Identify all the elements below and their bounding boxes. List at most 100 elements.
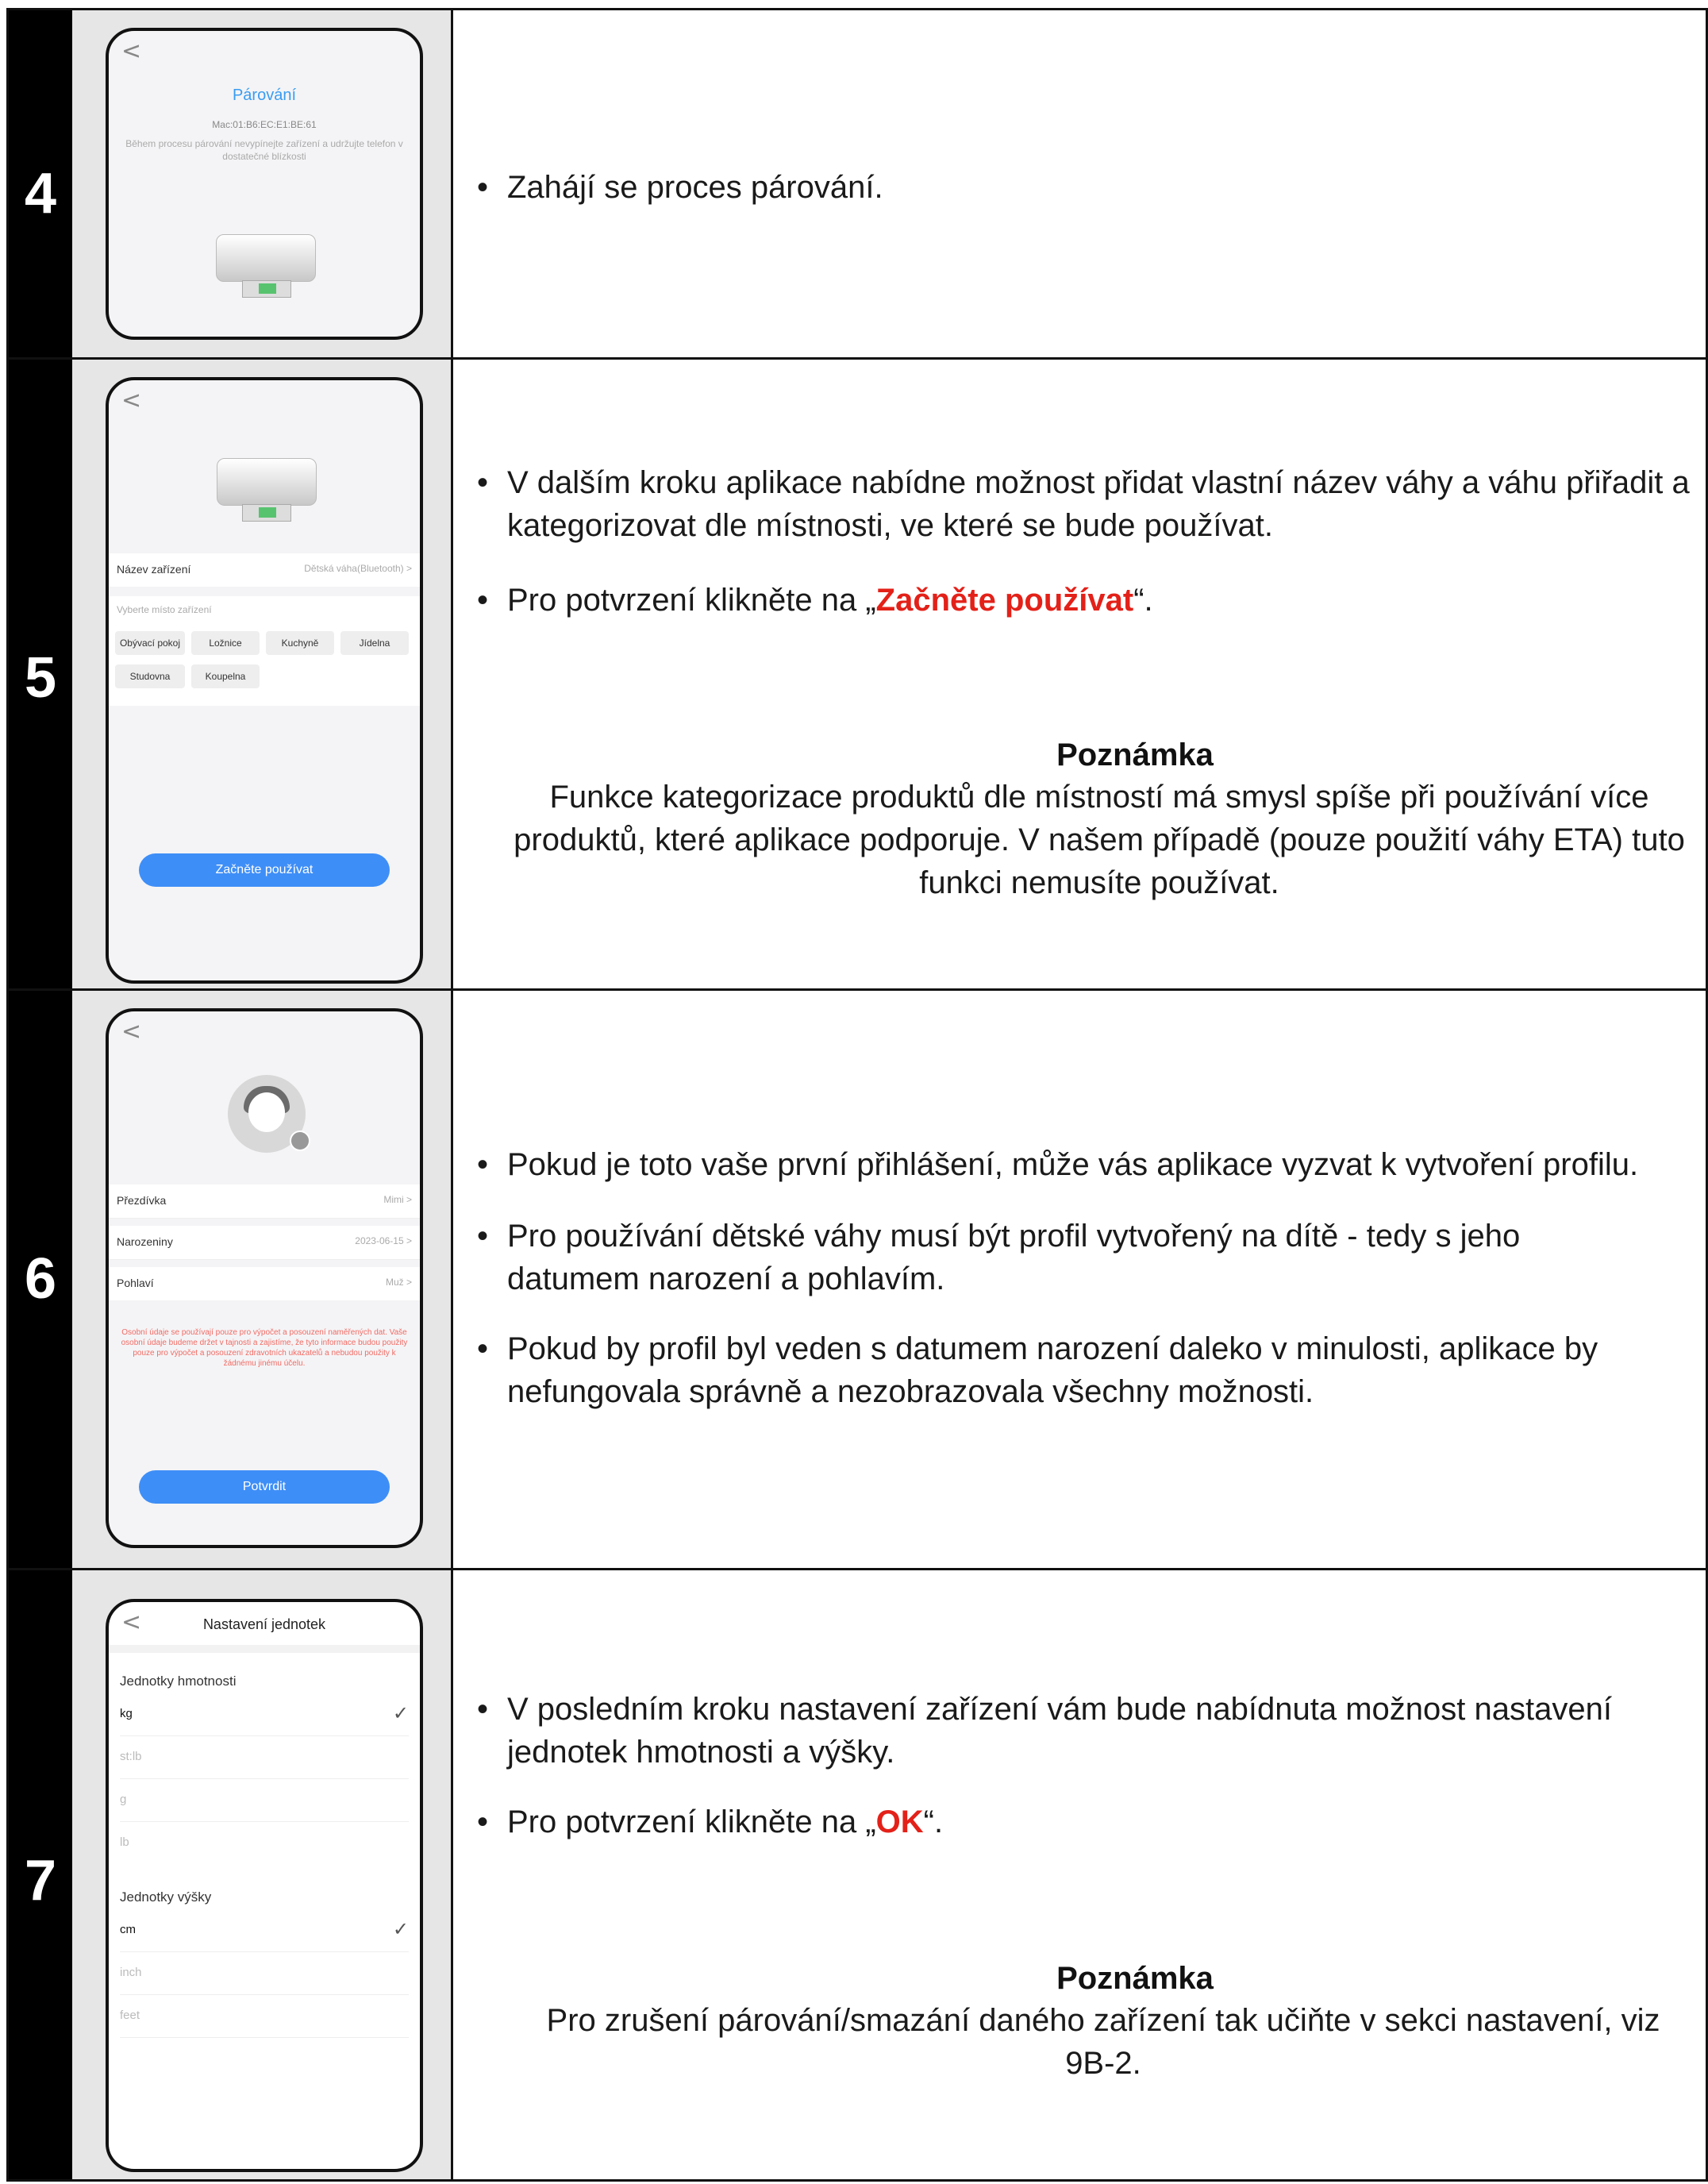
step-number-column: 7 <box>9 1570 72 2179</box>
step-number-column: 5 <box>9 360 72 988</box>
pairing-hint: Během procesu párování nevypínejte zaříz… <box>125 138 403 162</box>
bullet-icon: • <box>477 1219 489 1254</box>
step-number-column: 4 <box>9 10 72 357</box>
unit-option-cm[interactable]: cm ✓ <box>120 1910 409 1952</box>
privacy-warning: Osobní údaje se používají pouze pro výpo… <box>121 1328 408 1368</box>
bullet-icon: • <box>477 1147 489 1182</box>
confirm-button[interactable]: Potvrdit <box>139 1470 390 1504</box>
birthday-row[interactable]: Narozeniny 2023-06-15 > <box>109 1226 420 1260</box>
header-divider <box>109 1645 420 1653</box>
gender-row[interactable]: Pohlaví Muž > <box>109 1267 420 1300</box>
screenshot-column: < Název zařízení Dětská váha(Bluetooth) … <box>72 360 453 988</box>
note-body: Funkce kategorizace produktů dle místnos… <box>514 780 1685 900</box>
unit-label: cm <box>120 1923 136 1936</box>
bullet-text: Pro používání dětské váhy musí být profi… <box>507 1219 1521 1296</box>
bullet-icon: • <box>477 170 489 205</box>
instruction-table: 4 < Párování Mac:01:B6:EC:E1:BE:61 Během… <box>6 8 1708 2182</box>
unit-label: st:lb <box>120 1750 142 1763</box>
confirm-prefix: Pro potvrzení klikněte na „ <box>507 1805 876 1839</box>
screenshot-column: < Nastavení jednotek Jednotky hmotnosti … <box>72 1570 453 2179</box>
unit-option-kg[interactable]: kg ✓ <box>120 1694 409 1736</box>
camera-icon[interactable] <box>290 1131 310 1151</box>
room-chip[interactable]: Kuchyně <box>266 631 334 655</box>
checkmark-icon: ✓ <box>392 1918 409 1940</box>
step-number: 4 <box>24 162 57 225</box>
device-name-value: Dětská váha(Bluetooth) > <box>304 563 412 574</box>
description-column: • Zahájí se proces párování. <box>453 10 1706 357</box>
bullet-text: V dalším kroku aplikace nabídne možnost … <box>507 465 1690 543</box>
bullet-icon: • <box>477 1331 489 1366</box>
phone-mockup-pairing: < Párování Mac:01:B6:EC:E1:BE:61 Během p… <box>106 28 423 340</box>
step-number: 6 <box>24 1247 57 1311</box>
back-icon[interactable]: < <box>121 1018 141 1046</box>
screenshot-column: < Přezdívka Mimi > Narozeniny 2023-06-15… <box>72 991 453 1568</box>
confirm-highlight: OK <box>875 1805 924 1839</box>
room-selection-section: Vyberte místo zařízení Obývací pokoj Lož… <box>109 596 420 706</box>
birthday-value: 2023-06-15 > <box>355 1235 412 1246</box>
unit-label: g <box>120 1793 127 1806</box>
unit-label: inch <box>120 1966 142 1979</box>
bullet-text: V posledním kroku nastavení zařízení vám… <box>507 1692 1612 1770</box>
confirm-prefix: Pro potvrzení klikněte na „ <box>507 583 876 618</box>
back-icon[interactable]: < <box>121 387 141 414</box>
step-number: 5 <box>24 646 57 710</box>
note-title: Poznámka <box>1056 1961 1214 1996</box>
phone-mockup-profile: < Přezdívka Mimi > Narozeniny 2023-06-15… <box>106 1008 423 1548</box>
bullet-text: Zahájí se proces párování. <box>507 170 883 205</box>
unit-option-g[interactable]: g <box>120 1780 409 1822</box>
gender-value: Muž > <box>385 1277 412 1288</box>
bullet-text: Pokud by profil byl veden s datumem naro… <box>507 1331 1598 1409</box>
confirm-suffix: “. <box>1133 583 1153 618</box>
unit-option-feet[interactable]: feet <box>120 1996 409 2038</box>
unit-option-inch[interactable]: inch <box>120 1953 409 1995</box>
checkmark-icon: ✓ <box>392 1702 409 1724</box>
mac-address: Mac:01:B6:EC:E1:BE:61 <box>212 119 317 130</box>
step-row-6: 6 < Přezdívka Mimi > Narozeniny 2023-06-… <box>9 991 1706 1568</box>
step-row-5: 5 < Název zařízení Dětská váha(Bluetooth… <box>9 360 1706 988</box>
unit-label: lb <box>120 1835 129 1849</box>
baby-scale-image <box>217 458 317 506</box>
bullet-icon: • <box>477 1805 489 1839</box>
device-name-label: Název zařízení <box>117 563 191 576</box>
height-units-header: Jednotky výšky <box>120 1889 212 1905</box>
start-using-button[interactable]: Začněte používat <box>139 853 390 887</box>
nickname-value: Mimi > <box>383 1194 412 1205</box>
description-column: • Pokud je toto vaše první přihlášení, m… <box>453 991 1706 1568</box>
bullet-text: Pokud je toto vaše první přihlášení, můž… <box>507 1147 1639 1182</box>
step-number-column: 6 <box>9 991 72 1568</box>
step-number: 7 <box>24 1849 57 1912</box>
bullet-text: Pro potvrzení klikněte na „Začněte použí… <box>507 579 1698 622</box>
bullet-text: Pro potvrzení klikněte na „OK“. <box>507 1801 1698 1843</box>
device-name-row[interactable]: Název zařízení Dětská váha(Bluetooth) > <box>109 553 420 587</box>
scale-display-icon <box>259 507 276 518</box>
confirm-highlight: Začněte používat <box>875 583 1134 618</box>
avatar-face <box>248 1092 285 1132</box>
unit-option-lb[interactable]: lb <box>120 1823 409 1864</box>
step-row-7: 7 < Nastavení jednotek Jednotky hmotnost… <box>9 1570 1706 2179</box>
room-chip[interactable]: Studovna <box>115 664 185 688</box>
room-chip[interactable]: Ložnice <box>191 631 260 655</box>
phone-mockup-device-setup: < Název zařízení Dětská váha(Bluetooth) … <box>106 377 423 984</box>
unit-option-stlb[interactable]: st:lb <box>120 1737 409 1779</box>
room-prompt: Vyberte místo zařízení <box>117 604 212 615</box>
bullet-icon: • <box>477 583 489 618</box>
units-title: Nastavení jednotek <box>202 1616 326 1632</box>
back-icon[interactable]: < <box>121 37 141 65</box>
birthday-label: Narozeniny <box>117 1235 173 1248</box>
unit-label: kg <box>120 1707 133 1720</box>
nickname-label: Přezdívka <box>117 1194 167 1207</box>
room-chip[interactable]: Koupelna <box>191 664 260 688</box>
nickname-row[interactable]: Přezdívka Mimi > <box>109 1184 420 1219</box>
gender-label: Pohlaví <box>117 1277 154 1289</box>
note-body: Pro zrušení párování/smazání daného zaří… <box>546 2003 1660 2081</box>
bullet-icon: • <box>477 465 489 500</box>
room-chip[interactable]: Obývací pokoj <box>115 631 185 655</box>
scale-display-icon <box>259 283 276 294</box>
screenshot-column: < Párování Mac:01:B6:EC:E1:BE:61 Během p… <box>72 10 453 357</box>
scale-base-image <box>242 280 291 298</box>
description-column: • V dalším kroku aplikace nabídne možnos… <box>453 360 1706 988</box>
room-chip[interactable]: Jídelna <box>340 631 409 655</box>
note-title: Poznámka <box>1056 738 1214 772</box>
weight-units-header: Jednotky hmotnosti <box>120 1674 237 1689</box>
pairing-title: Párování <box>232 87 297 104</box>
